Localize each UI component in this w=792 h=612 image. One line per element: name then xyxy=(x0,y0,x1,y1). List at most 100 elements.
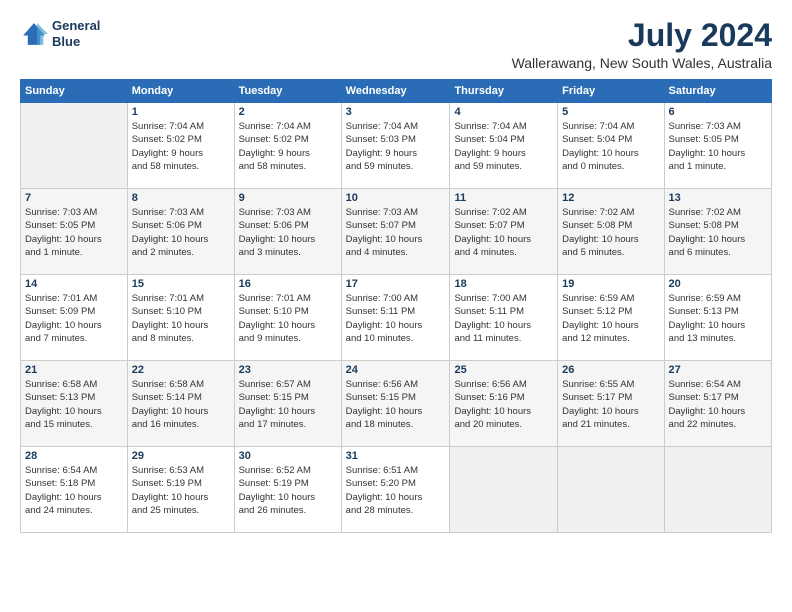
day-info: Sunrise: 7:02 AM Sunset: 5:08 PM Dayligh… xyxy=(562,206,659,259)
calendar-cell: 20 Sunrise: 6:59 AM Sunset: 5:13 PM Dayli… xyxy=(664,275,771,361)
day-number: 2 xyxy=(239,106,337,118)
day-info: Sunrise: 6:59 AM Sunset: 5:13 PM Dayligh… xyxy=(669,292,767,345)
day-info: Sunrise: 7:04 AM Sunset: 5:02 PM Dayligh… xyxy=(239,120,337,173)
day-info: Sunrise: 7:01 AM Sunset: 5:10 PM Dayligh… xyxy=(132,292,230,345)
day-info: Sunrise: 6:56 AM Sunset: 5:16 PM Dayligh… xyxy=(454,378,553,431)
logo: General Blue xyxy=(20,18,100,49)
day-number: 13 xyxy=(669,192,767,204)
calendar-cell: 28 Sunrise: 6:54 AM Sunset: 5:18 PM Dayli… xyxy=(21,447,128,533)
day-number: 22 xyxy=(132,364,230,376)
day-number: 11 xyxy=(454,192,553,204)
day-info: Sunrise: 6:54 AM Sunset: 5:17 PM Dayligh… xyxy=(669,378,767,431)
calendar-cell: 15 Sunrise: 7:01 AM Sunset: 5:10 PM Dayli… xyxy=(127,275,234,361)
day-info: Sunrise: 6:57 AM Sunset: 5:15 PM Dayligh… xyxy=(239,378,337,431)
calendar-cell: 23 Sunrise: 6:57 AM Sunset: 5:15 PM Dayli… xyxy=(234,361,341,447)
day-info: Sunrise: 6:51 AM Sunset: 5:20 PM Dayligh… xyxy=(346,464,446,517)
logo-icon xyxy=(20,20,48,48)
day-number: 31 xyxy=(346,450,446,462)
day-number: 23 xyxy=(239,364,337,376)
calendar-table: SundayMondayTuesdayWednesdayThursdayFrid… xyxy=(20,79,772,533)
calendar-cell: 21 Sunrise: 6:58 AM Sunset: 5:13 PM Dayli… xyxy=(21,361,128,447)
day-number: 8 xyxy=(132,192,230,204)
weekday-header: Sunday xyxy=(21,80,128,103)
calendar-week-row: 14Sunrise: 7:01 AM Sunset: 5:09 PM Dayli… xyxy=(21,275,772,361)
day-number: 7 xyxy=(25,192,123,204)
calendar-cell: 26 Sunrise: 6:55 AM Sunset: 5:17 PM Dayli… xyxy=(558,361,664,447)
day-info: Sunrise: 7:03 AM Sunset: 5:07 PM Dayligh… xyxy=(346,206,446,259)
calendar-cell xyxy=(450,447,558,533)
calendar-cell: 17Sunrise: 7:00 AM Sunset: 5:11 PM Dayli… xyxy=(341,275,450,361)
day-number: 21 xyxy=(25,364,123,376)
day-number: 29 xyxy=(132,450,230,462)
weekday-header: Wednesday xyxy=(341,80,450,103)
logo-text: General Blue xyxy=(52,18,100,49)
day-number: 6 xyxy=(669,106,767,118)
day-number: 4 xyxy=(454,106,553,118)
calendar-cell: 19Sunrise: 6:59 AM Sunset: 5:12 PM Dayli… xyxy=(558,275,664,361)
title-block: July 2024 Wallerawang, New South Wales, … xyxy=(512,18,772,71)
weekday-header: Monday xyxy=(127,80,234,103)
day-info: Sunrise: 6:58 AM Sunset: 5:13 PM Dayligh… xyxy=(25,378,123,431)
calendar-cell: 3Sunrise: 7:04 AM Sunset: 5:03 PM Daylig… xyxy=(341,103,450,189)
calendar-week-row: 1 Sunrise: 7:04 AM Sunset: 5:02 PM Daylig… xyxy=(21,103,772,189)
day-number: 12 xyxy=(562,192,659,204)
calendar-week-row: 21 Sunrise: 6:58 AM Sunset: 5:13 PM Dayli… xyxy=(21,361,772,447)
calendar-cell: 27 Sunrise: 6:54 AM Sunset: 5:17 PM Dayli… xyxy=(664,361,771,447)
calendar-cell: 2 Sunrise: 7:04 AM Sunset: 5:02 PM Daylig… xyxy=(234,103,341,189)
day-info: Sunrise: 7:02 AM Sunset: 5:08 PM Dayligh… xyxy=(669,206,767,259)
weekday-header: Thursday xyxy=(450,80,558,103)
calendar-cell: 6 Sunrise: 7:03 AM Sunset: 5:05 PM Daylig… xyxy=(664,103,771,189)
day-number: 10 xyxy=(346,192,446,204)
day-number: 1 xyxy=(132,106,230,118)
day-number: 9 xyxy=(239,192,337,204)
day-info: Sunrise: 6:53 AM Sunset: 5:19 PM Dayligh… xyxy=(132,464,230,517)
day-info: Sunrise: 7:03 AM Sunset: 5:05 PM Dayligh… xyxy=(669,120,767,173)
day-info: Sunrise: 7:04 AM Sunset: 5:02 PM Dayligh… xyxy=(132,120,230,173)
calendar-cell: 30Sunrise: 6:52 AM Sunset: 5:19 PM Dayli… xyxy=(234,447,341,533)
day-info: Sunrise: 6:54 AM Sunset: 5:18 PM Dayligh… xyxy=(25,464,123,517)
day-number: 15 xyxy=(132,278,230,290)
calendar-cell: 1 Sunrise: 7:04 AM Sunset: 5:02 PM Daylig… xyxy=(127,103,234,189)
day-info: Sunrise: 7:03 AM Sunset: 5:06 PM Dayligh… xyxy=(239,206,337,259)
day-info: Sunrise: 7:04 AM Sunset: 5:03 PM Dayligh… xyxy=(346,120,446,173)
calendar-cell: 5Sunrise: 7:04 AM Sunset: 5:04 PM Daylig… xyxy=(558,103,664,189)
day-number: 20 xyxy=(669,278,767,290)
main-title: July 2024 xyxy=(512,18,772,53)
calendar-cell: 10 Sunrise: 7:03 AM Sunset: 5:07 PM Dayli… xyxy=(341,189,450,275)
day-info: Sunrise: 7:04 AM Sunset: 5:04 PM Dayligh… xyxy=(562,120,659,173)
day-number: 16 xyxy=(239,278,337,290)
day-info: Sunrise: 6:52 AM Sunset: 5:19 PM Dayligh… xyxy=(239,464,337,517)
day-number: 25 xyxy=(454,364,553,376)
calendar-cell: 4 Sunrise: 7:04 AM Sunset: 5:04 PM Daylig… xyxy=(450,103,558,189)
day-number: 28 xyxy=(25,450,123,462)
weekday-header: Friday xyxy=(558,80,664,103)
calendar-header-row: SundayMondayTuesdayWednesdayThursdayFrid… xyxy=(21,80,772,103)
day-info: Sunrise: 6:55 AM Sunset: 5:17 PM Dayligh… xyxy=(562,378,659,431)
day-info: Sunrise: 7:00 AM Sunset: 5:11 PM Dayligh… xyxy=(346,292,446,345)
day-info: Sunrise: 7:02 AM Sunset: 5:07 PM Dayligh… xyxy=(454,206,553,259)
calendar-cell: 18Sunrise: 7:00 AM Sunset: 5:11 PM Dayli… xyxy=(450,275,558,361)
calendar-cell: 29 Sunrise: 6:53 AM Sunset: 5:19 PM Dayli… xyxy=(127,447,234,533)
day-number: 27 xyxy=(669,364,767,376)
day-info: Sunrise: 6:58 AM Sunset: 5:14 PM Dayligh… xyxy=(132,378,230,431)
calendar-cell: 13 Sunrise: 7:02 AM Sunset: 5:08 PM Dayli… xyxy=(664,189,771,275)
day-number: 19 xyxy=(562,278,659,290)
calendar-cell xyxy=(21,103,128,189)
weekday-header: Saturday xyxy=(664,80,771,103)
day-info: Sunrise: 6:56 AM Sunset: 5:15 PM Dayligh… xyxy=(346,378,446,431)
calendar-week-row: 28 Sunrise: 6:54 AM Sunset: 5:18 PM Dayli… xyxy=(21,447,772,533)
page: General Blue July 2024 Wallerawang, New … xyxy=(0,0,792,612)
day-number: 26 xyxy=(562,364,659,376)
calendar-cell: 8 Sunrise: 7:03 AM Sunset: 5:06 PM Daylig… xyxy=(127,189,234,275)
calendar-cell: 16Sunrise: 7:01 AM Sunset: 5:10 PM Dayli… xyxy=(234,275,341,361)
day-info: Sunrise: 7:03 AM Sunset: 5:06 PM Dayligh… xyxy=(132,206,230,259)
calendar-cell: 22 Sunrise: 6:58 AM Sunset: 5:14 PM Dayli… xyxy=(127,361,234,447)
day-info: Sunrise: 7:03 AM Sunset: 5:05 PM Dayligh… xyxy=(25,206,123,259)
subtitle: Wallerawang, New South Wales, Australia xyxy=(512,55,772,71)
day-info: Sunrise: 7:04 AM Sunset: 5:04 PM Dayligh… xyxy=(454,120,553,173)
calendar-cell: 14Sunrise: 7:01 AM Sunset: 5:09 PM Dayli… xyxy=(21,275,128,361)
calendar-cell: 7 Sunrise: 7:03 AM Sunset: 5:05 PM Daylig… xyxy=(21,189,128,275)
calendar-cell: 31 Sunrise: 6:51 AM Sunset: 5:20 PM Dayli… xyxy=(341,447,450,533)
calendar-cell xyxy=(664,447,771,533)
calendar-cell: 12 Sunrise: 7:02 AM Sunset: 5:08 PM Dayli… xyxy=(558,189,664,275)
